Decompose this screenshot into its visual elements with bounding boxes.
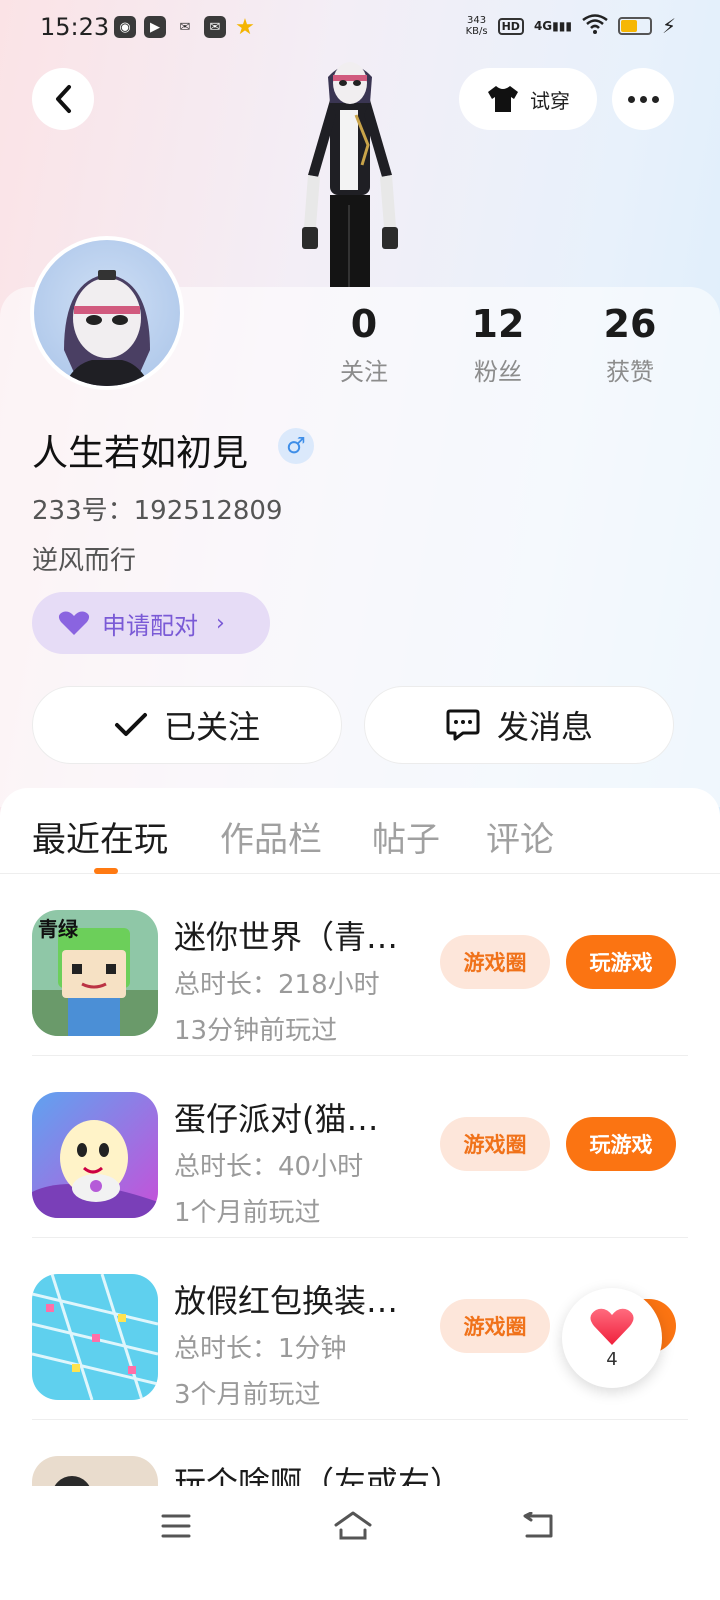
followed-button[interactable]: 已关注 [32, 686, 342, 764]
game-duration: 总时长：218小时 [174, 970, 380, 1000]
avatar[interactable] [30, 236, 184, 390]
tab-recently-played[interactable]: 最近在玩 [32, 812, 168, 861]
game-item[interactable]: 玩个啥啊（左或右） [0, 1420, 720, 1486]
more-dots-icon [627, 95, 659, 103]
game-title: 玩个啥啊（左或右） [174, 1464, 463, 1486]
game-duration: 总时长：40小时 [174, 1152, 364, 1182]
play-game-button[interactable]: 玩游戏 [566, 935, 676, 989]
floating-like-button[interactable]: 4 [562, 1288, 662, 1388]
male-gender-icon: ♂ [278, 428, 314, 464]
game-title: 放假红包换装… [174, 1282, 399, 1320]
tshirt-icon [488, 86, 518, 112]
pair-label: 申请配对 [102, 611, 198, 640]
more-button[interactable] [612, 68, 674, 130]
request-pairing-button[interactable]: 申请配对 › [32, 592, 270, 654]
star-icon: ★ [235, 14, 255, 40]
tab-works[interactable]: 作品栏 [220, 812, 322, 861]
mail-icon: ✉ [204, 16, 226, 38]
home-nav-button[interactable] [323, 1506, 383, 1546]
play-game-button[interactable]: 玩游戏 [566, 1117, 676, 1171]
back-button[interactable] [32, 68, 94, 130]
game-title: 迷你世界（青… [174, 918, 399, 956]
game-icon-mini-world[interactable]: 青绿 [32, 910, 158, 1036]
game-title: 蛋仔派对(猫… [174, 1100, 379, 1138]
svg-text:青绿: 青绿 [38, 917, 79, 941]
like-count: 4 [606, 1348, 618, 1370]
tab-posts[interactable]: 帖子 [372, 812, 440, 861]
content-tabs: 最近在玩 作品栏 帖子 评论 [0, 788, 720, 874]
menu-nav-button[interactable] [146, 1506, 206, 1546]
hd-badge: HD [497, 17, 524, 35]
heart-icon [590, 1308, 634, 1345]
stat-followers[interactable]: 12 粉丝 [438, 302, 558, 387]
video-app-icon: ▶ [144, 16, 166, 38]
check-icon [114, 713, 147, 736]
send-message-button[interactable]: 发消息 [364, 686, 674, 764]
game-last-played: 3个月前玩过 [174, 1380, 321, 1410]
user-bio: 逆风而行 [32, 546, 137, 576]
system-indicators: 343 KB/s HD 4G▮▮▮ ⚡ [466, 14, 676, 38]
game-item[interactable]: 青绿 迷你世界（青… 总时长：218小时 13分钟前玩过 游戏圈 玩游戏 [0, 874, 720, 1056]
game-item[interactable]: 蛋仔派对(猫… 总时长：40小时 1个月前玩过 游戏圈 玩游戏 [0, 1056, 720, 1238]
stat-following[interactable]: 0 关注 [304, 302, 424, 387]
chevron-left-icon [56, 85, 71, 113]
message-icon [446, 709, 480, 741]
tab-comments[interactable]: 评论 [486, 812, 554, 861]
username: 人生若如初見 [32, 433, 249, 474]
network-speed: 343 KB/s [465, 15, 488, 37]
character-figure[interactable] [290, 55, 410, 287]
game-icon-left-or-right[interactable] [32, 1456, 158, 1486]
game-icon-eggy-party[interactable] [32, 1092, 158, 1218]
follow-label: 已关注 [163, 708, 260, 746]
avatar-image [64, 270, 150, 386]
profile-stats: 0 关注 12 粉丝 26 获赞 [300, 302, 700, 392]
home-icon [334, 1511, 372, 1540]
game-circle-button[interactable]: 游戏圈 [440, 935, 550, 989]
try-on-label: 试穿 [530, 88, 570, 113]
game-icon-holiday-dressup[interactable] [32, 1274, 158, 1400]
menu-icon [161, 1514, 191, 1538]
wifi-icon [582, 14, 608, 38]
game-last-played: 13分钟前玩过 [174, 1016, 338, 1046]
game-circle-button[interactable]: 游戏圈 [440, 1117, 550, 1171]
user-id: 233号：192512809 [32, 496, 283, 526]
heart-icon [58, 611, 90, 635]
system-nav-bar [0, 1486, 720, 1600]
back-nav-icon [523, 1512, 553, 1538]
status-bar: 15:23 ◉ ▶ ✉ ✉ ★ 343 KB/s HD 4G▮▮▮ ⚡ [0, 0, 720, 56]
chevron-right-icon: › [216, 610, 225, 636]
stat-likes[interactable]: 26 获赞 [570, 302, 690, 387]
wechat-icon: ✉ [179, 19, 191, 35]
game-duration: 总时长：1分钟 [174, 1334, 347, 1364]
app-notification-icon: ◉ [114, 16, 136, 38]
charging-icon: ⚡ [661, 14, 676, 38]
game-circle-button[interactable]: 游戏圈 [440, 1299, 550, 1353]
signal-icon: 4G▮▮▮ [533, 19, 572, 33]
game-last-played: 1个月前玩过 [174, 1198, 321, 1228]
back-nav-button[interactable] [508, 1506, 568, 1546]
battery-icon [617, 17, 652, 35]
notification-icons: ◉ ▶ ✉ ✉ ★ [114, 14, 256, 40]
message-label: 发消息 [496, 708, 593, 746]
try-on-button[interactable]: 试穿 [459, 68, 597, 130]
status-time: 15:23 [40, 13, 110, 41]
